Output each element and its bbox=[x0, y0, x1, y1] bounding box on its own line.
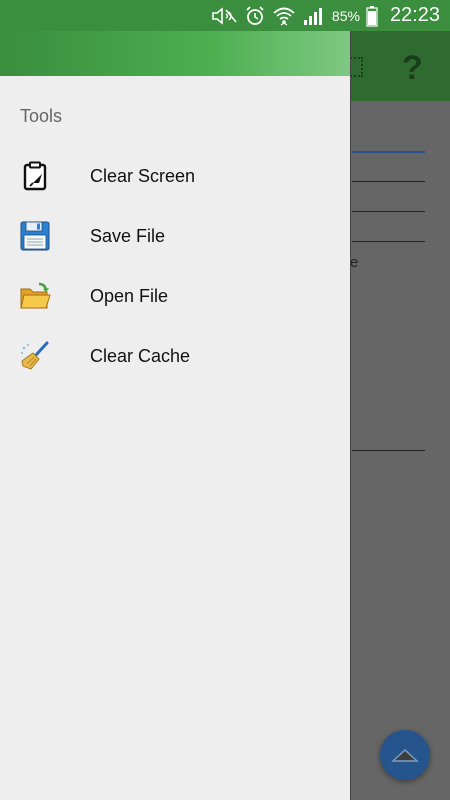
clipboard-icon bbox=[19, 160, 51, 192]
battery-percent: 85% bbox=[331, 7, 360, 24]
background-text-fragment: e bbox=[350, 254, 359, 271]
chevron-up-icon bbox=[391, 748, 419, 762]
menu-item-label: Clear Cache bbox=[90, 345, 191, 366]
alarm-icon bbox=[244, 5, 266, 27]
section-label-tools: Tools bbox=[20, 106, 63, 126]
battery-icon bbox=[366, 5, 378, 27]
background-divider bbox=[352, 181, 425, 182]
status-icons: 85% 22:23 bbox=[210, 0, 440, 31]
menu-item-label: Clear Screen bbox=[90, 165, 196, 186]
menu-item-label: Open File bbox=[90, 285, 169, 306]
status-bar: 85% 22:23 bbox=[0, 0, 450, 31]
background-divider bbox=[352, 211, 425, 212]
wifi-icon bbox=[272, 5, 296, 27]
menu-item-open-file[interactable]: Open File bbox=[0, 266, 350, 326]
background-divider bbox=[352, 450, 425, 451]
drawer-header bbox=[0, 31, 350, 76]
clock: 22:23 bbox=[389, 4, 440, 26]
screen: 85% 22:23 ? e Tools Clear Screen Save Fi… bbox=[0, 0, 450, 800]
navigation-drawer: Tools Clear Screen Save File Open File C… bbox=[0, 31, 351, 800]
background-divider bbox=[352, 151, 425, 153]
floppy-disk-icon bbox=[19, 220, 51, 252]
background-divider bbox=[352, 241, 425, 242]
open-folder-icon bbox=[19, 280, 51, 312]
signal-icon bbox=[302, 6, 324, 26]
menu-item-clear-screen[interactable]: Clear Screen bbox=[0, 146, 350, 206]
menu-item-clear-cache[interactable]: Clear Cache bbox=[0, 326, 350, 386]
menu-item-label: Save File bbox=[90, 225, 166, 246]
help-icon: ? bbox=[402, 49, 423, 87]
menu-item-save-file[interactable]: Save File bbox=[0, 206, 350, 266]
broom-icon bbox=[19, 340, 51, 372]
scroll-up-button[interactable] bbox=[380, 730, 430, 780]
mute-icon bbox=[210, 6, 238, 26]
